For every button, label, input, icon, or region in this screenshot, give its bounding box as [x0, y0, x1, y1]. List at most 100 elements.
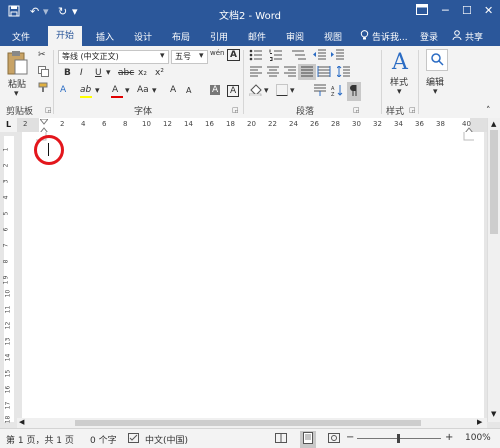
subscript-button[interactable]: x₂: [138, 68, 147, 78]
underline-button[interactable]: U: [95, 68, 102, 78]
tab-file[interactable]: 文件: [12, 30, 30, 43]
tab-insert[interactable]: 插入: [96, 30, 114, 43]
tab-references[interactable]: 引用: [210, 30, 228, 43]
styles-dropdown-icon[interactable]: ▾: [397, 87, 402, 97]
clear-format-button[interactable]: A: [227, 49, 240, 61]
language-indicator[interactable]: 中文(中国): [145, 433, 188, 446]
vertical-ruler[interactable]: 1 1 2 3 4 5 6 7 8 9 10 11 12 13 14 15 16…: [0, 132, 17, 424]
tab-mailings[interactable]: 邮件: [248, 30, 266, 43]
styles-launcher-icon[interactable]: ◲: [409, 106, 416, 114]
font-size-dropdown-icon[interactable]: ▾: [199, 51, 204, 61]
scroll-down-icon[interactable]: ▼: [491, 410, 496, 418]
font-color-button[interactable]: A: [112, 85, 118, 95]
text-effects-button[interactable]: A: [60, 85, 66, 95]
borders-icon[interactable]: [276, 84, 288, 99]
share-button[interactable]: 共享: [465, 30, 483, 43]
scrollbar-thumb[interactable]: [490, 130, 498, 234]
paragraph-launcher-icon[interactable]: ◲: [353, 106, 360, 114]
multilevel-list-icon[interactable]: [291, 49, 309, 64]
tab-home[interactable]: 开始: [48, 26, 83, 46]
scroll-right-icon[interactable]: ▶: [477, 418, 482, 426]
shading-dropdown-icon[interactable]: ▾: [264, 86, 269, 96]
character-shading-button[interactable]: A: [210, 85, 221, 95]
ribbon-display-options-icon[interactable]: [416, 4, 428, 18]
zoom-slider-handle[interactable]: [397, 434, 400, 443]
font-name-box[interactable]: 等线 (中文正文): [58, 50, 169, 64]
shading-icon[interactable]: [248, 84, 263, 99]
decrease-indent-icon[interactable]: [313, 49, 327, 64]
change-case-dropdown-icon[interactable]: ▾: [152, 86, 157, 96]
tell-me-box[interactable]: 告诉我...: [372, 30, 408, 43]
horizontal-ruler[interactable]: 2 2 4 6 8 10 12 14 16 18 20 22 24 26 28 …: [17, 118, 487, 134]
bold-button[interactable]: B: [64, 68, 71, 78]
vruler-number: 17: [4, 401, 12, 410]
borders-dropdown-icon[interactable]: ▾: [290, 86, 295, 96]
page-count[interactable]: 第 1 页，共 1 页: [6, 433, 74, 446]
align-left-icon[interactable]: [249, 66, 263, 80]
format-painter-icon[interactable]: [38, 82, 49, 96]
tab-layout[interactable]: 布局: [172, 30, 190, 43]
superscript-button[interactable]: x²: [155, 68, 164, 78]
print-layout-icon[interactable]: [300, 431, 316, 448]
align-center-icon[interactable]: [266, 66, 280, 80]
zoom-out-button[interactable]: −: [346, 432, 354, 443]
styles-gallery-icon[interactable]: A: [390, 49, 412, 76]
copy-icon[interactable]: [38, 66, 49, 80]
increase-indent-icon[interactable]: [331, 49, 345, 64]
character-border-button[interactable]: A: [227, 85, 240, 97]
scroll-left-icon[interactable]: ◀: [19, 418, 24, 426]
bullets-icon[interactable]: [249, 49, 267, 64]
strikethrough-button[interactable]: abc: [118, 68, 134, 78]
ruler-number: 36: [415, 120, 424, 128]
scroll-up-icon[interactable]: ▲: [491, 120, 496, 128]
phonetic-guide-button[interactable]: wén: [210, 49, 224, 57]
vruler-number: 18: [4, 415, 12, 424]
web-layout-icon[interactable]: [328, 433, 340, 446]
font-color-dropdown-icon[interactable]: ▾: [125, 86, 130, 96]
align-right-icon[interactable]: [283, 66, 297, 80]
chinese-layout-icon[interactable]: [313, 84, 327, 99]
hscrollbar-thumb[interactable]: [75, 420, 421, 426]
vertical-scrollbar[interactable]: ▲ ▼: [487, 118, 500, 422]
word-count[interactable]: 0 个字: [90, 433, 117, 446]
grow-font-button[interactable]: A: [170, 85, 176, 95]
line-spacing-icon[interactable]: [336, 65, 351, 80]
sort-icon[interactable]: AZ: [331, 84, 343, 99]
paste-dropdown-icon[interactable]: ▾: [14, 89, 19, 99]
editing-dropdown-icon[interactable]: ▾: [433, 87, 438, 97]
distributed-icon[interactable]: [317, 66, 331, 80]
tab-review[interactable]: 审阅: [286, 30, 304, 43]
tab-view[interactable]: 视图: [324, 30, 342, 43]
italic-button[interactable]: I: [80, 68, 83, 78]
collapse-ribbon-icon[interactable]: ˄: [486, 106, 491, 116]
change-case-button[interactable]: Aa: [137, 85, 149, 95]
paste-button[interactable]: [6, 50, 28, 79]
highlight-dropdown-icon[interactable]: ▾: [95, 86, 100, 96]
read-mode-icon[interactable]: [275, 433, 287, 446]
find-icon[interactable]: [426, 49, 448, 71]
ruler-number: 16: [205, 120, 214, 128]
zoom-in-button[interactable]: +: [445, 432, 453, 443]
sign-in-link[interactable]: 登录: [420, 30, 438, 43]
proofing-icon[interactable]: [128, 433, 139, 446]
zoom-level[interactable]: 100%: [465, 433, 491, 443]
show-marks-icon[interactable]: [347, 82, 361, 101]
horizontal-scrollbar[interactable]: ◀ ▶: [17, 418, 487, 428]
vruler-number: 2: [2, 163, 10, 168]
font-launcher-icon[interactable]: ◲: [232, 106, 239, 114]
shrink-font-button[interactable]: A: [186, 86, 191, 95]
tab-selector[interactable]: L: [0, 118, 17, 132]
minimize-button[interactable]: ─: [442, 4, 449, 17]
tab-design[interactable]: 设计: [134, 30, 152, 43]
numbering-icon[interactable]: [269, 49, 287, 64]
highlight-button[interactable]: ab: [80, 85, 91, 95]
underline-dropdown-icon[interactable]: ▾: [106, 68, 111, 78]
maximize-button[interactable]: ☐: [462, 4, 472, 17]
document-page[interactable]: [22, 132, 484, 420]
close-button[interactable]: ✕: [484, 4, 493, 17]
tab-stop-type-icon[interactable]: L: [6, 120, 11, 129]
font-name-dropdown-icon[interactable]: ▾: [160, 51, 165, 61]
clipboard-launcher-icon[interactable]: ◲: [45, 106, 52, 114]
justify-icon[interactable]: [298, 64, 316, 80]
cut-icon[interactable]: ✂: [38, 50, 46, 60]
